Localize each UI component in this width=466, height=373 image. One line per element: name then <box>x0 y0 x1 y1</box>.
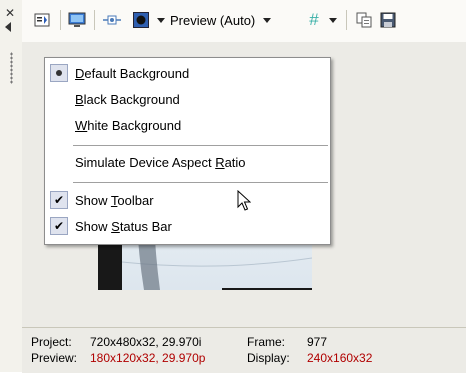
save-icon[interactable] <box>378 9 398 31</box>
menu-item-black-background[interactable]: Black Background <box>75 92 180 107</box>
menu-item-text: Show <box>75 193 111 208</box>
menu-item-white-background[interactable]: White Background <box>75 118 181 133</box>
context-menu: Default Background Black Background Whit… <box>44 57 331 245</box>
menu-item-text: Show <box>75 219 112 234</box>
frame-border <box>222 288 312 290</box>
menu-item-accelerator: D <box>75 66 85 81</box>
menu-item-simulate-aspect-ratio[interactable]: Simulate Device Aspect Ratio <box>75 155 246 170</box>
split-screen-icon[interactable] <box>100 9 124 31</box>
menu-item-show-toolbar[interactable]: Show Toolbar <box>75 193 154 208</box>
menu-item-text: atio <box>224 155 246 170</box>
grid-icon[interactable]: # <box>304 9 324 31</box>
menu-separator <box>73 182 328 183</box>
chevron-down-icon <box>263 17 272 23</box>
background-icon[interactable] <box>130 9 152 31</box>
project-value: 720x480x32, 29.970i <box>90 335 202 349</box>
window-side-strip: ✕ <box>0 0 22 372</box>
preview-label: Preview: <box>31 351 78 365</box>
grid-dropdown-arrow[interactable] <box>328 9 338 31</box>
copy-icon[interactable] <box>354 9 374 31</box>
project-label: Project: <box>31 335 72 349</box>
monitor-icon[interactable] <box>66 9 88 31</box>
properties-icon[interactable] <box>32 9 52 31</box>
menu-item-accelerator: S <box>111 219 120 234</box>
menu-item-text: lack Background <box>83 92 180 107</box>
menu-item-text: oolbar <box>117 193 154 208</box>
background-dropdown-arrow[interactable] <box>156 9 166 31</box>
drag-grip-handle[interactable] <box>10 52 13 84</box>
menu-item-text: hite Background <box>87 118 182 133</box>
mouse-cursor-icon <box>237 189 252 215</box>
menu-item-text: Simulate Device Aspect <box>75 155 216 170</box>
close-icon[interactable]: ✕ <box>5 6 15 20</box>
menu-item-accelerator: R <box>215 155 225 170</box>
preview-quality-label: Preview (Auto) <box>170 12 256 28</box>
preview-quality-dropdown[interactable]: Preview (Auto) <box>170 9 300 31</box>
menu-item-accelerator: W <box>75 118 88 133</box>
display-label: Display: <box>247 351 290 365</box>
checkmark-icon: ✔ <box>50 217 68 235</box>
radio-selected-icon <box>50 64 68 82</box>
menu-item-text: tatus Bar <box>119 219 172 234</box>
menu-separator <box>73 145 328 146</box>
toolbar: Preview (Auto) # <box>22 0 466 42</box>
status-bar: Project: 720x480x32, 29.970i Frame: 977 … <box>22 327 466 373</box>
menu-item-accelerator: B <box>75 92 84 107</box>
menu-item-text: efault Background <box>84 66 190 81</box>
frame-value: 977 <box>307 335 328 349</box>
collapse-arrow-icon[interactable] <box>5 22 11 32</box>
frame-label: Frame: <box>247 335 286 349</box>
preview-value: 180x120x32, 29.970p <box>90 351 206 365</box>
menu-item-default-background[interactable]: Default Background <box>75 66 189 81</box>
display-value: 240x160x32 <box>307 351 373 365</box>
checkmark-icon: ✔ <box>50 191 68 209</box>
menu-item-show-status-bar[interactable]: Show Status Bar <box>75 219 172 234</box>
